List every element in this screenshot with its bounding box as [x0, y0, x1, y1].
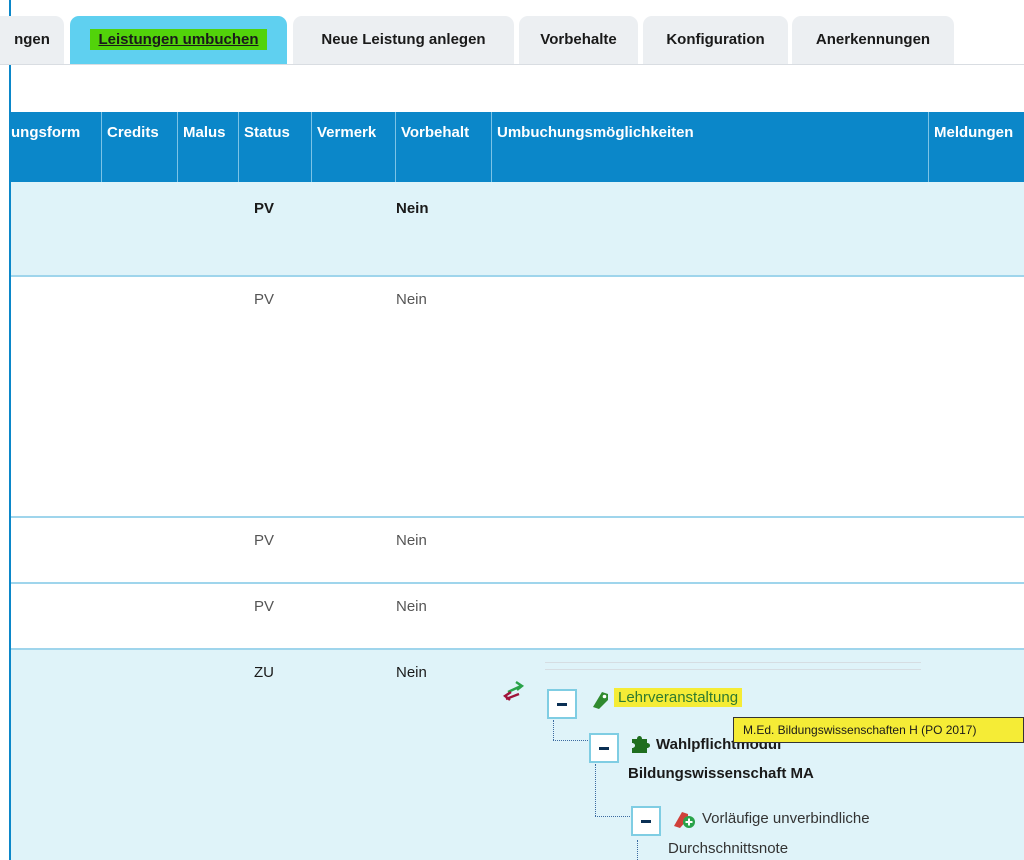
tab-vorbehalte[interactable]: Vorbehalte — [519, 16, 638, 64]
table-row[interactable]: PV Nein — [11, 277, 1024, 516]
column-header-vorbehalt[interactable]: Vorbehalt — [395, 112, 491, 182]
tab-anerkennungen[interactable]: Anerkennungen — [792, 16, 954, 64]
tree-node-lehrveranstaltung[interactable]: Lehrveranstaltung — [614, 688, 743, 707]
collapse-durchschnittsnote-button[interactable] — [631, 806, 661, 836]
column-header-pruefungsform[interactable]: ungsform — [11, 112, 101, 182]
page: ngen Leistungen umbuchen Neue Leistung a… — [0, 0, 1024, 860]
vorbehalt-cell: Nein — [396, 532, 427, 549]
tab-neue-leistung-anlegen[interactable]: Neue Leistung anlegen — [293, 16, 514, 64]
table-row[interactable]: PV Nein — [11, 182, 1024, 275]
tab-label: Leistungen umbuchen — [90, 29, 267, 50]
vorbehalt-cell: Nein — [396, 598, 427, 615]
tab-underline — [0, 64, 1024, 65]
tree-node-durchschnittsnote[interactable]: Vorläufige unverbindliche — [702, 810, 870, 827]
column-header-malus[interactable]: Malus — [177, 112, 238, 182]
tree-connector — [637, 840, 638, 860]
collapse-lehrveranstaltung-button[interactable] — [547, 689, 577, 719]
tree-node-durchschnittsnote-line2[interactable]: Durchschnittsnote — [668, 840, 788, 857]
tab-label: Neue Leistung anlegen — [321, 31, 486, 48]
column-header-credits[interactable]: Credits — [101, 112, 177, 182]
tree-node-wahlpflichtmodul-line2[interactable]: Bildungswissenschaft MA — [628, 765, 814, 782]
table-header: ungsform Credits Malus Status Vermerk Vo… — [11, 112, 1024, 182]
tab-label: ngen — [14, 31, 50, 48]
tab-leistungen-partial[interactable]: ngen — [0, 16, 64, 64]
vorbehalt-cell: Nein — [396, 664, 427, 681]
tree-connector — [553, 720, 554, 740]
add-grade-icon — [674, 812, 695, 828]
status-cell: PV — [254, 532, 275, 549]
column-header-meldungen[interactable]: Meldungen — [928, 112, 1024, 182]
tab-label: Konfiguration — [666, 31, 765, 48]
status-cell: PV — [254, 291, 275, 308]
module-puzzle-icon — [632, 736, 650, 753]
column-header-vermerk[interactable]: Vermerk — [311, 112, 395, 182]
status-cell: ZU — [254, 664, 274, 681]
tooltip: M.Ed. Bildungswissenschaften H (PO 2017) — [733, 717, 1024, 743]
tree-connector — [553, 740, 588, 741]
tab-konfiguration[interactable]: Konfiguration — [643, 16, 788, 64]
vorbehalt-cell: Nein — [396, 291, 427, 308]
tree-connector — [595, 764, 596, 816]
table-row[interactable]: PV Nein — [11, 584, 1024, 648]
status-cell: PV — [254, 200, 275, 217]
course-tag-icon — [593, 692, 608, 709]
table-row[interactable]: PV Nein — [11, 518, 1024, 582]
tab-leistungen-umbuchen[interactable]: Leistungen umbuchen — [70, 16, 287, 64]
rebook-swap-icon[interactable] — [503, 680, 525, 702]
tab-label: Vorbehalte — [540, 31, 617, 48]
collapse-wahlpflichtmodul-button[interactable] — [589, 733, 619, 763]
tree-separator — [545, 662, 921, 670]
tree-connector — [595, 816, 630, 817]
column-header-umbuchungsmoeglichkeiten[interactable]: Umbuchungsmöglichkeiten — [491, 112, 928, 182]
status-cell: PV — [254, 598, 275, 615]
vorbehalt-cell: Nein — [396, 200, 429, 217]
tab-label: Anerkennungen — [815, 31, 931, 48]
column-header-status[interactable]: Status — [238, 112, 311, 182]
tab-bar: ngen Leistungen umbuchen Neue Leistung a… — [0, 16, 1024, 64]
